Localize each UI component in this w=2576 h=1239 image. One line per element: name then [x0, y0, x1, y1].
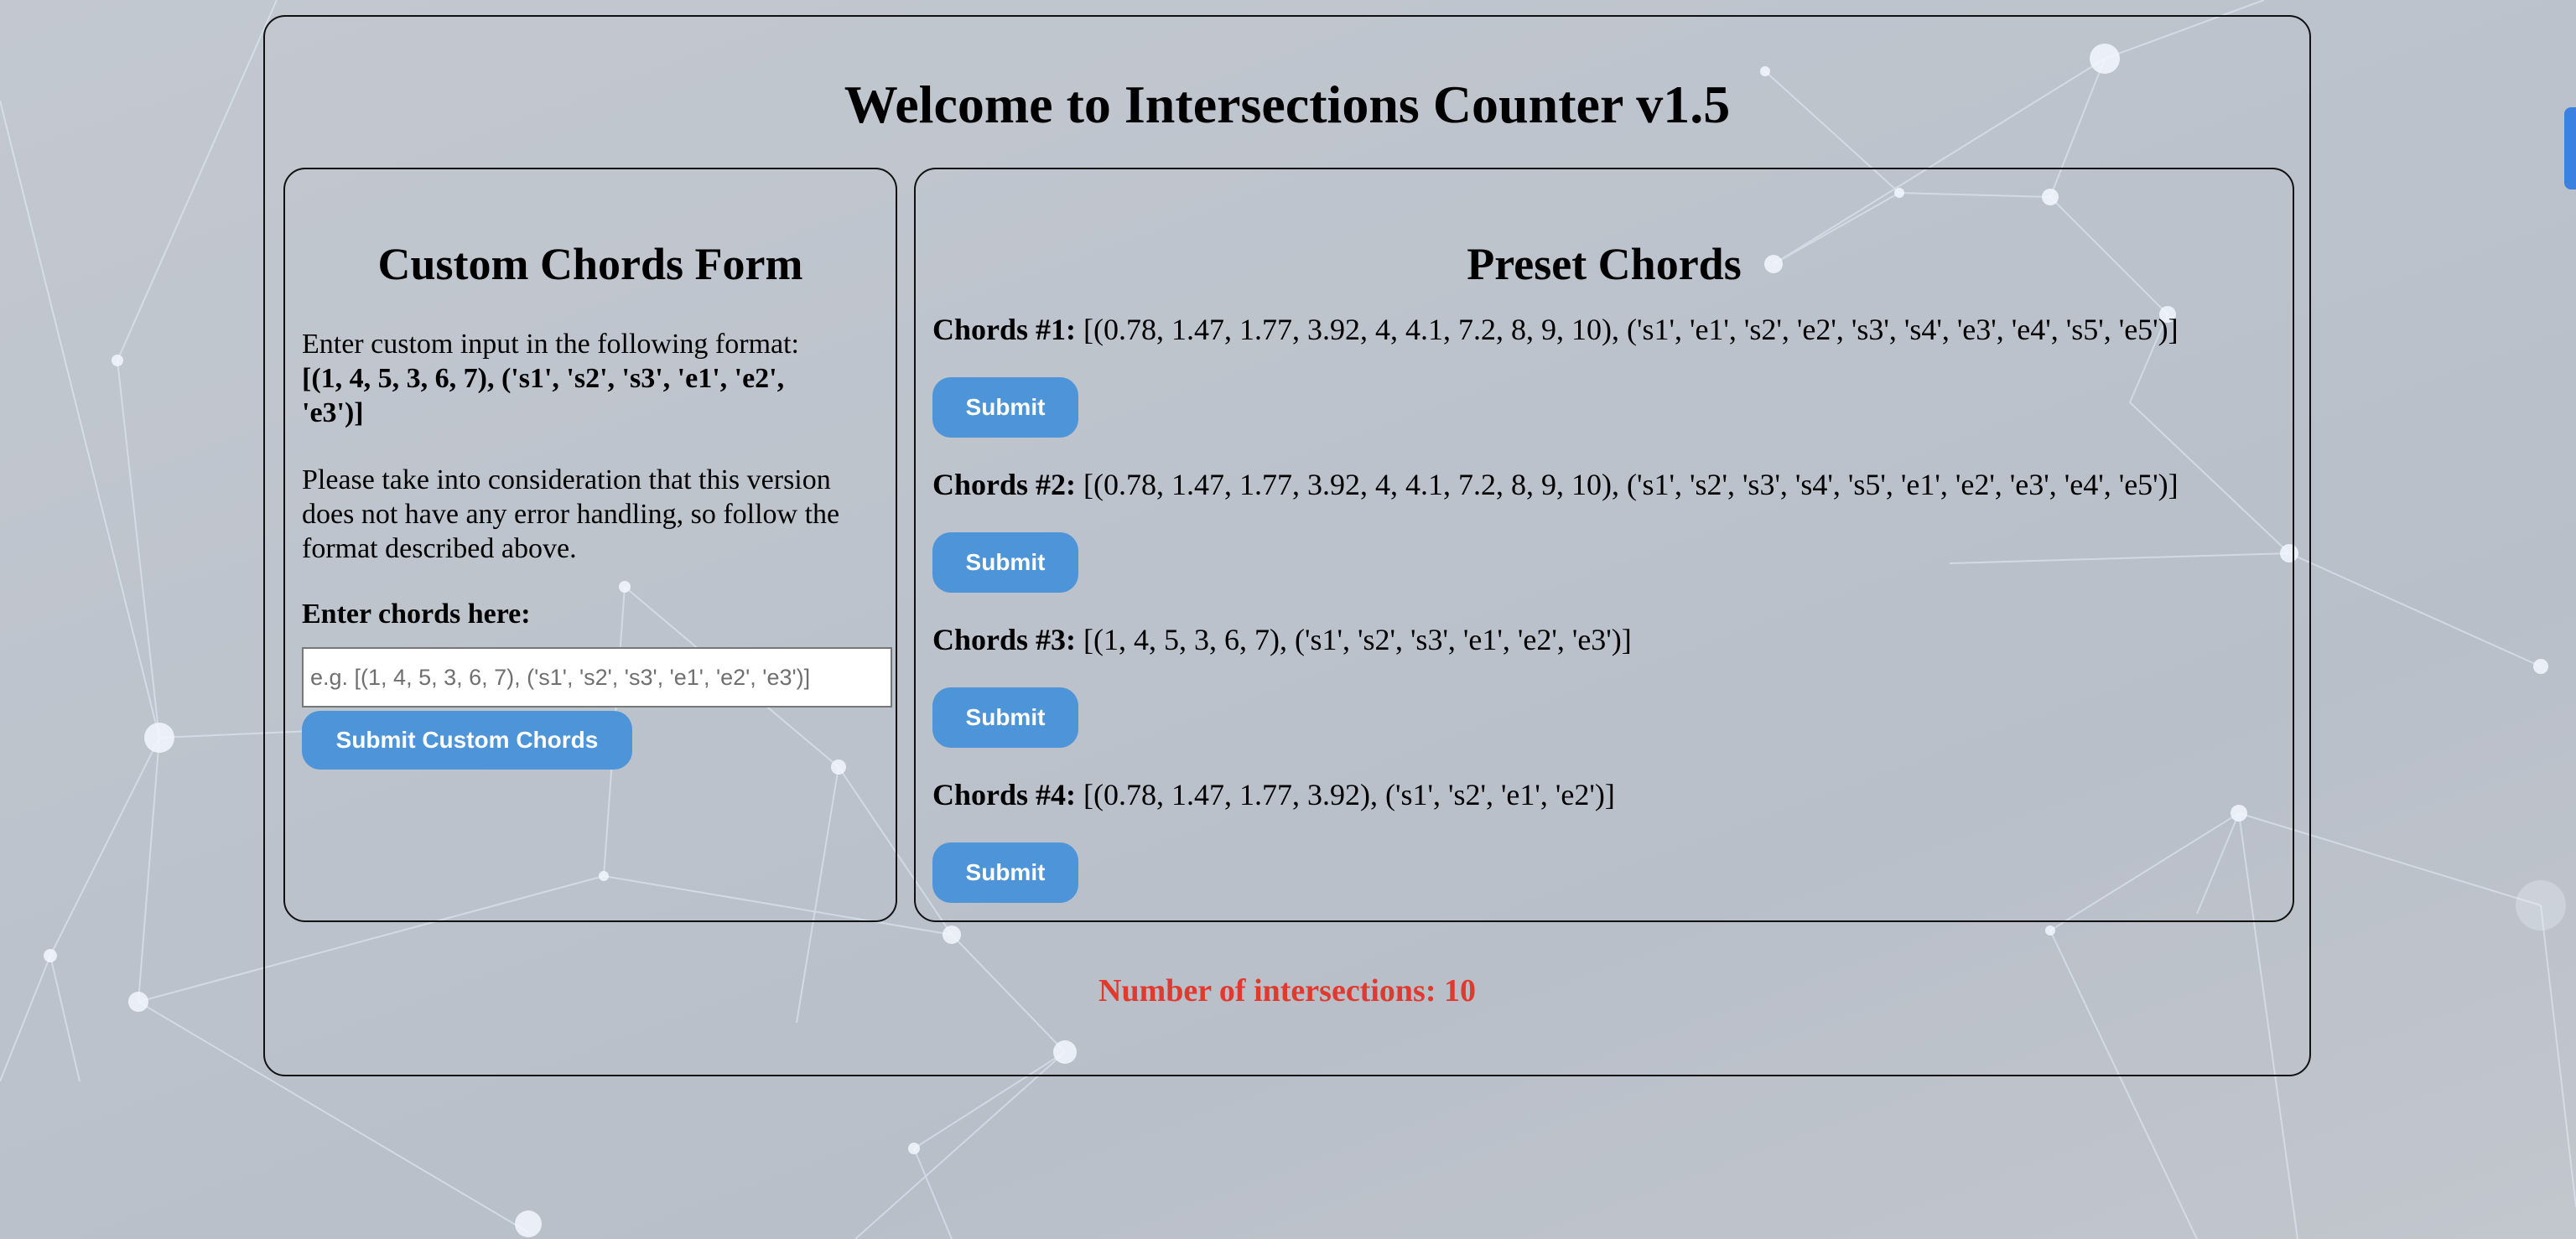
chords-input[interactable]: [302, 647, 892, 708]
scrollbar-thumb[interactable]: [2564, 107, 2576, 189]
input-label: Enter chords here:: [302, 599, 531, 630]
custom-chords-heading: Custom Chords Form: [377, 239, 803, 289]
preset-chord-4-value: [(0.78, 1.47, 1.77, 3.92), ('s1', 's2', …: [1083, 778, 1615, 811]
format-instruction: Enter custom input in the following form…: [302, 329, 800, 360]
submit-chords-4-button[interactable]: Submit: [932, 842, 1078, 903]
preset-chord-1-label: Chords #1:: [932, 313, 1077, 346]
preset-chord-1: Chords #1: [(0.78, 1.47, 1.77, 3.92, 4, …: [932, 312, 2179, 347]
submit-custom-chords-button[interactable]: Submit Custom Chords: [302, 711, 632, 770]
preset-chord-2: Chords #2: [(0.78, 1.47, 1.77, 3.92, 4, …: [932, 467, 2179, 502]
format-example: [(1, 4, 5, 3, 6, 7), ('s1', 's2', 's3', …: [302, 363, 785, 428]
submit-chords-1-button[interactable]: Submit: [932, 377, 1078, 438]
preset-chord-2-label: Chords #2:: [932, 468, 1077, 501]
preset-chords-heading: Preset Chords: [1467, 239, 1742, 289]
preset-chord-4: Chords #4: [(0.78, 1.47, 1.77, 3.92), ('…: [932, 777, 1615, 812]
preset-chord-1-value: [(0.78, 1.47, 1.77, 3.92, 4, 4.1, 7.2, 8…: [1083, 313, 2179, 346]
preset-chord-3-label: Chords #3:: [932, 623, 1077, 656]
intersections-result: Number of intersections: 10: [1098, 973, 1476, 1008]
submit-chords-3-button[interactable]: Submit: [932, 687, 1078, 748]
preset-chord-2-value: [(0.78, 1.47, 1.77, 3.92, 4, 4.1, 7.2, 8…: [1083, 468, 2179, 501]
submit-chords-2-button[interactable]: Submit: [932, 532, 1078, 593]
main-container: Welcome to Intersections Counter v1.5 Cu…: [263, 15, 2311, 1076]
preset-chord-3: Chords #3: [(1, 4, 5, 3, 6, 7), ('s1', '…: [932, 622, 1632, 657]
error-handling-note: Please take into consideration that this…: [302, 464, 840, 564]
page-title: Welcome to Intersections Counter v1.5: [844, 75, 1731, 134]
custom-chords-panel: Custom Chords Form Enter custom input in…: [283, 168, 897, 922]
preset-chords-panel: Preset Chords Chords #1: [(0.78, 1.47, 1…: [914, 168, 2294, 922]
preset-chord-4-label: Chords #4:: [932, 778, 1077, 811]
preset-chord-3-value: [(1, 4, 5, 3, 6, 7), ('s1', 's2', 's3', …: [1083, 623, 1632, 656]
